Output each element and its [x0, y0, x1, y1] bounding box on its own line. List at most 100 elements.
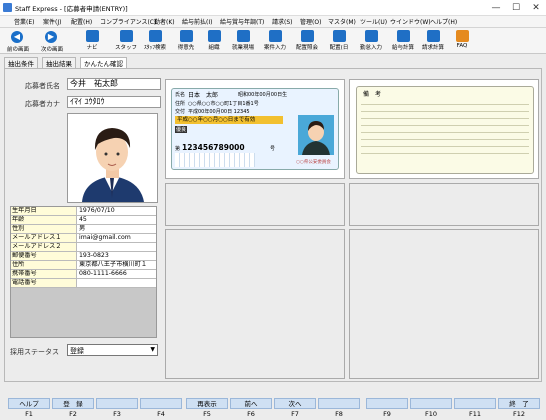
- toolbar-button-label: スタッフ: [114, 45, 137, 51]
- toolbar-button-staff[interactable]: スタッフ: [112, 29, 140, 53]
- license-front-frame: 氏名 日本 太郎 昭和00年00月00日生 住所 ○○県○○市○○町1丁目1番1…: [165, 79, 345, 179]
- menu-item-advance-pay[interactable]: 給与前払(I): [182, 17, 212, 26]
- toolbar-button-label: 案件入力: [263, 45, 286, 51]
- menu-item-project[interactable]: 案件(J): [43, 17, 61, 26]
- f11-button[interactable]: [454, 398, 496, 409]
- f9-button[interactable]: [366, 398, 408, 409]
- toolbar-button-worksite[interactable]: 就業現場: [228, 29, 258, 53]
- menu-bar: 営業(E) 案件(J) 配置(H) コンプライアンス(C) 勤者(K) 給与前払…: [0, 16, 546, 28]
- document-slot-5: [349, 229, 539, 379]
- toolbar-button-label: 配置(日: [329, 45, 349, 51]
- applicant-kana-field[interactable]: ｲﾏｲ ﾕｳﾀﾛｳ: [67, 96, 161, 108]
- f5-refresh-button[interactable]: 再表示: [186, 398, 228, 409]
- toolbar-button-payroll-calc[interactable]: 給与計算: [388, 29, 418, 53]
- menu-item-billing[interactable]: 請求(S): [272, 17, 293, 26]
- toolbar-button-staff-search[interactable]: ｽﾀｯﾌ検索: [140, 29, 170, 53]
- title-bar: Staff Express - [応募者申請(ENTRY)] — ☐ ✕: [0, 0, 546, 16]
- info-key: 電話番号: [11, 279, 77, 287]
- toolbar-button-label: ナビ: [86, 45, 98, 51]
- toolbar-button-label: 就業現場: [231, 45, 254, 51]
- info-key: 生年月日: [11, 207, 77, 215]
- license-name: 日本 太郎: [188, 92, 219, 99]
- attendance-entry-icon: [364, 30, 378, 42]
- status-label: 採用ステータス: [10, 348, 59, 356]
- info-value[interactable]: 東京都八王子市横川町１: [77, 261, 156, 269]
- f4-key-label: F4: [157, 410, 165, 418]
- info-key: 郵便番号: [11, 252, 77, 260]
- toolbar-button-faq[interactable]: FAQ: [450, 29, 474, 53]
- toolbar-button-label: 配置照会: [295, 45, 318, 51]
- payroll-calc-icon: [396, 30, 410, 42]
- applicant-kana-label: 応募者カナ: [25, 100, 60, 108]
- menu-item-help[interactable]: ヘルプ(H): [430, 17, 457, 26]
- toolbar-button-navi[interactable]: ナビ: [80, 29, 104, 53]
- info-value[interactable]: 1976/07/10: [77, 207, 156, 215]
- f6-previous-button[interactable]: 前へ: [230, 398, 272, 409]
- arrow-left-icon: ◀: [11, 31, 23, 43]
- f2-register-button[interactable]: 登 録: [52, 398, 94, 409]
- info-value[interactable]: 男: [77, 225, 156, 233]
- f12-key-label: F12: [512, 410, 525, 418]
- menu-item-master[interactable]: マスタ(M): [328, 17, 356, 26]
- menu-item-attendance[interactable]: 勤者(K): [154, 17, 175, 26]
- f3-button[interactable]: [96, 398, 138, 409]
- menu-item-tools[interactable]: ツール(U): [360, 17, 387, 26]
- app-icon: [3, 3, 12, 12]
- info-value[interactable]: 193-0823: [77, 252, 156, 260]
- project-entry-icon: [268, 30, 282, 42]
- f3-key-label: F3: [113, 410, 121, 418]
- f7-next-button[interactable]: 次へ: [274, 398, 316, 409]
- f8-button[interactable]: [318, 398, 360, 409]
- close-button[interactable]: ✕: [526, 0, 546, 16]
- table-row: 年齢 45: [11, 216, 156, 225]
- license-issue: 平成00年00月00日 12345: [188, 109, 250, 115]
- toolbar-button-attendance-entry[interactable]: 勤怠入力: [356, 29, 386, 53]
- toolbar-button-client[interactable]: 得意先: [172, 29, 200, 53]
- info-value[interactable]: [77, 243, 156, 251]
- table-row: 郵便番号 193-0823: [11, 252, 156, 261]
- staff-search-icon: [148, 30, 162, 42]
- toolbar-button-assignment-inquiry[interactable]: 配置照会: [292, 29, 322, 53]
- toolbar-button-label: 勤怠入力: [359, 45, 382, 51]
- license-number-prefix: 第: [175, 146, 181, 152]
- chevron-down-icon[interactable]: ▼: [150, 346, 155, 353]
- license-expiry: 平成○○年○○月○○日まで有効: [175, 116, 283, 124]
- info-value[interactable]: imai@gmail.com: [77, 234, 156, 242]
- applicant-name-label: 応募者氏名: [25, 82, 60, 90]
- info-value[interactable]: [77, 279, 156, 287]
- license-authority: ○○県公安委員会: [296, 160, 331, 165]
- f1-help-button[interactable]: ヘルプ: [8, 398, 50, 409]
- toolbar-button-organization[interactable]: 組織: [202, 29, 226, 53]
- f10-button[interactable]: [410, 398, 452, 409]
- f1-key-label: F1: [25, 410, 33, 418]
- info-value[interactable]: 080-1111-6666: [77, 270, 156, 278]
- f8-key-label: F8: [335, 410, 343, 418]
- toolbar-button-assignment-daily[interactable]: 配置(日: [324, 29, 354, 53]
- function-key-bar: ヘルプ F1 登 録 F2 F3 F4 再表示 F5 前へ F6 次へ F7 F…: [0, 390, 546, 420]
- toolbar-button-project-entry[interactable]: 案件入力: [260, 29, 290, 53]
- staff-icon: [119, 30, 133, 42]
- toolbar-button-label: 給与計算: [391, 45, 414, 51]
- license-back-label: 備 考: [363, 91, 382, 98]
- f12-exit-button[interactable]: 終 了: [498, 398, 540, 409]
- menu-item-sales[interactable]: 営業(E): [14, 17, 34, 26]
- assignment-daily-icon: [332, 30, 346, 42]
- toolbar-button-billing-calc[interactable]: 請求計算: [418, 29, 448, 53]
- menu-item-admin[interactable]: 管理(O): [300, 17, 321, 26]
- menu-item-assignment[interactable]: 配置(H): [71, 17, 92, 26]
- minimize-button[interactable]: —: [486, 0, 506, 16]
- f4-button[interactable]: [140, 398, 182, 409]
- toolbar-button-label: FAQ: [456, 43, 468, 49]
- prev-screen-button[interactable]: ◀ 前の画面: [2, 29, 34, 53]
- applicant-name-field[interactable]: 今井 祐太郎: [67, 78, 161, 90]
- next-screen-button[interactable]: ▶ 次の画面: [36, 29, 68, 53]
- menu-item-payroll[interactable]: 給与賞与年調(T): [220, 17, 264, 26]
- document-slot-2: [165, 183, 345, 226]
- maximize-button[interactable]: ☐: [506, 0, 526, 16]
- status-select[interactable]: 登録 ▼: [67, 344, 158, 356]
- f9-key-label: F9: [383, 410, 391, 418]
- menu-item-compliance[interactable]: コンプライアンス(C): [100, 17, 156, 26]
- license-color-band: 優良: [175, 126, 188, 133]
- info-value[interactable]: 45: [77, 216, 156, 224]
- menu-item-window[interactable]: ウインドウ(W): [390, 17, 431, 26]
